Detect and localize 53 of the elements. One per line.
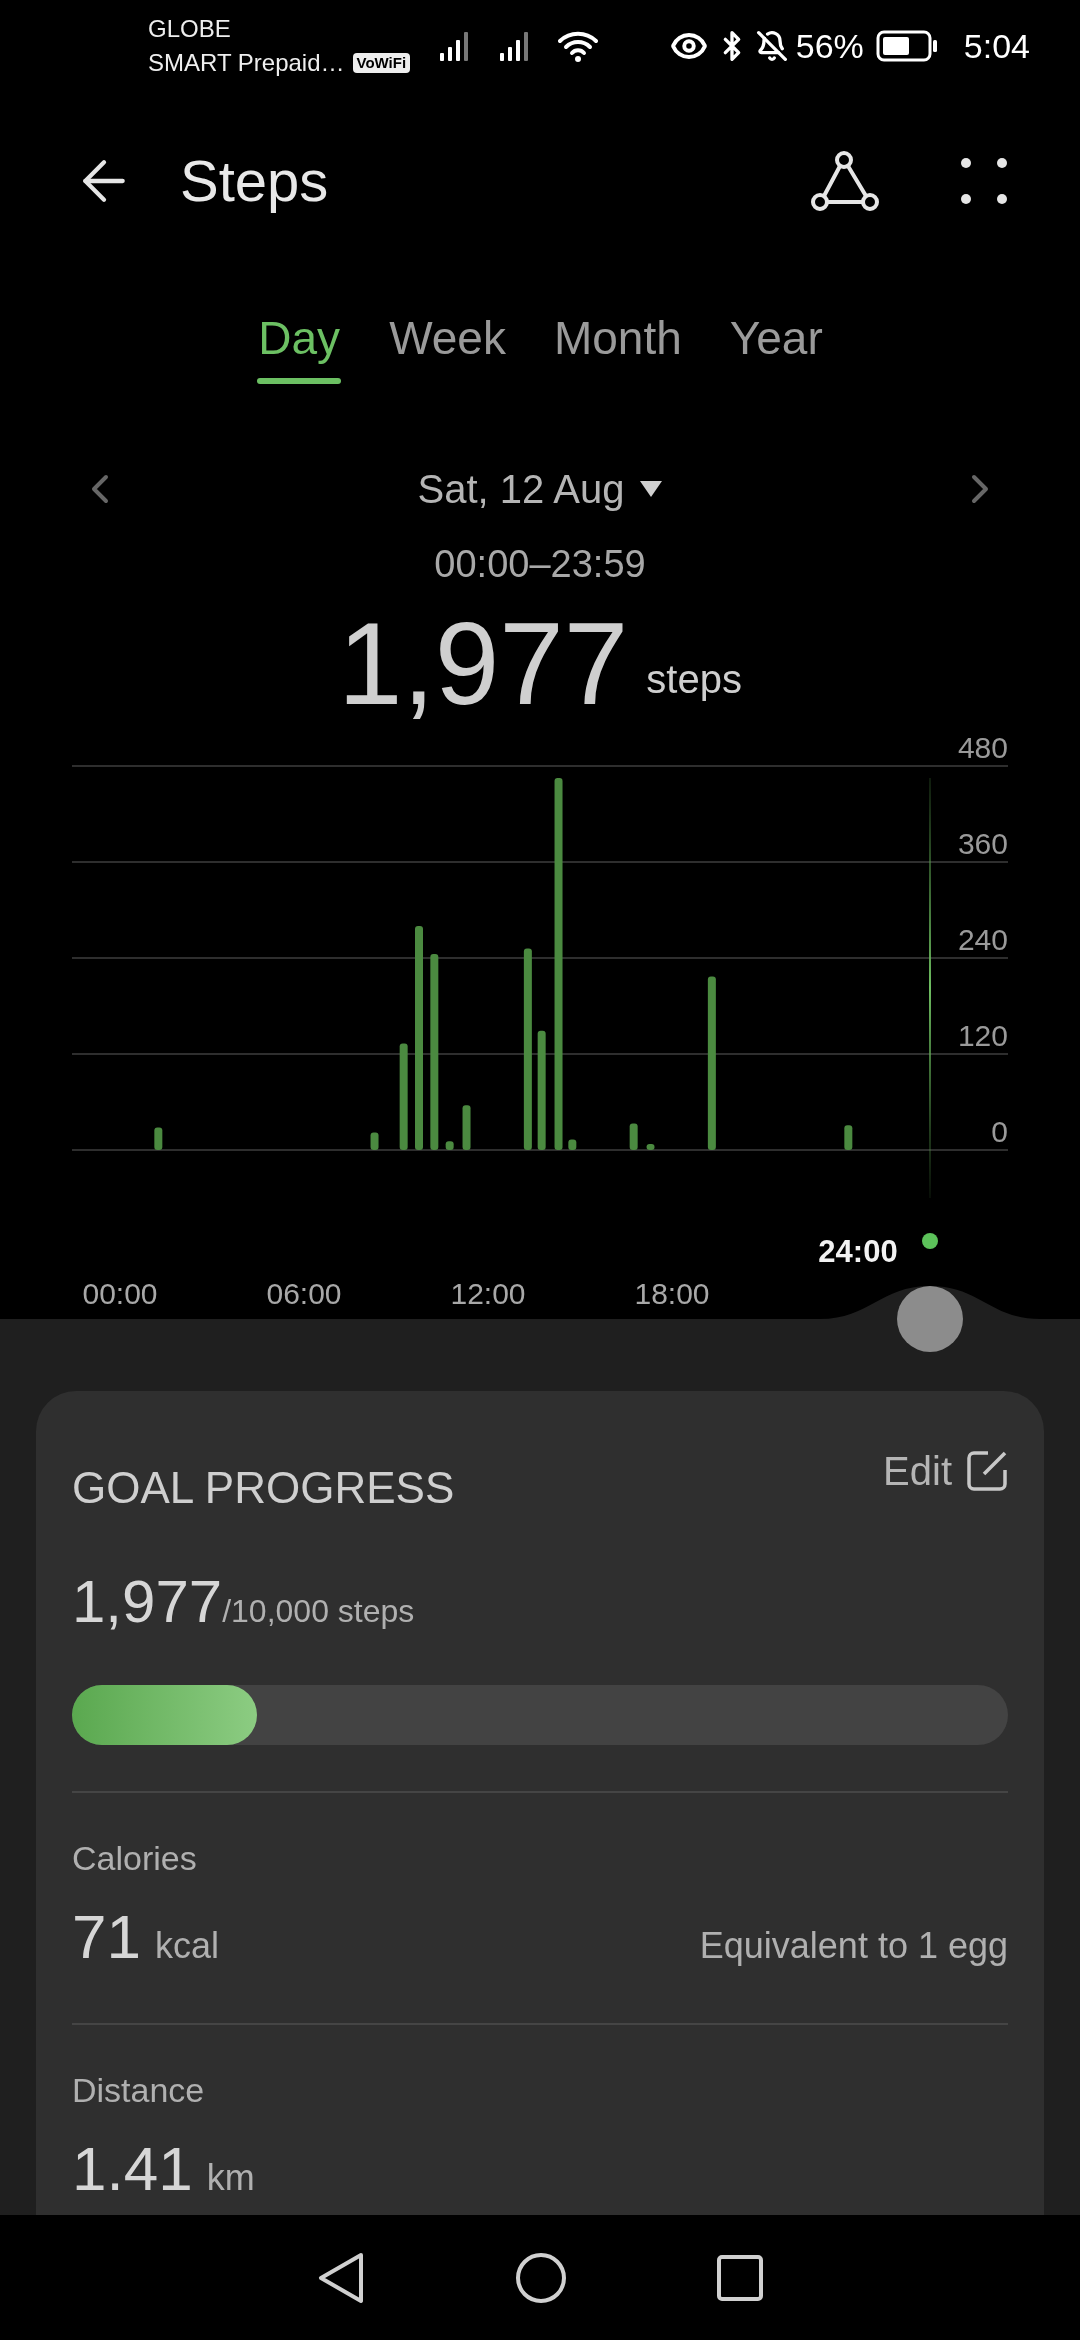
step-bar [370, 1132, 379, 1150]
period-tab[interactable]: Year [729, 308, 823, 385]
more-icon[interactable] [960, 156, 1008, 205]
goal-target-steps: /10,000 steps [222, 1587, 415, 1635]
x-tick-label: 00:00 [82, 1277, 158, 1310]
card-title: GOAL PROGRESS [72, 1462, 455, 1514]
stat-label: Calories [72, 1838, 198, 1879]
stat-unit: km [206, 2156, 255, 2200]
carrier-name: SMART Prepaid… [148, 48, 345, 79]
x-tick-label: 12:00 [450, 1277, 526, 1310]
clock-time: 5:04 [963, 25, 1030, 67]
period-tab[interactable]: Week [389, 308, 506, 385]
stat-value: 1.41 [72, 2133, 193, 2205]
battery-percent: 56% [795, 25, 864, 67]
step-total: 1,977 [338, 598, 629, 729]
period-tab[interactable]: Day [257, 308, 342, 385]
x-tick-label: 06:00 [266, 1277, 342, 1310]
bell-off-icon [755, 30, 788, 63]
date-picker[interactable]: Sat, 12 Aug [417, 458, 663, 519]
carrier-name: GLOBE [148, 14, 232, 45]
step-bar [462, 1105, 471, 1150]
step-bar [646, 1144, 655, 1150]
wifi-icon [558, 29, 599, 64]
dropdown-caret-icon [640, 480, 663, 497]
step-bar [445, 1141, 454, 1150]
share-icon[interactable] [810, 149, 880, 212]
back-nav-icon[interactable] [317, 2251, 365, 2304]
goal-current-steps: 1,977 [72, 1557, 223, 1647]
cursor-dot [922, 1233, 938, 1249]
time-range: 00:00–23:59 [434, 542, 646, 588]
y-tick-label: 120 [957, 1019, 1008, 1052]
vowifi-badge: VoWiFi [352, 53, 411, 74]
y-tick-label: 240 [957, 923, 1008, 956]
y-tick-label: 360 [957, 827, 1008, 860]
y-tick-label: 0 [991, 1115, 1008, 1148]
home-nav-icon[interactable] [515, 2251, 567, 2304]
stat-equivalent: Equivalent to 1 egg [699, 1924, 1008, 1968]
recents-nav-icon[interactable] [717, 2254, 763, 2301]
stat-unit: kcal [154, 1924, 219, 1968]
cursor-time-label: 24:00 [818, 1234, 898, 1269]
stat-value: 71 [72, 1901, 141, 1973]
page-title: Steps [180, 147, 329, 215]
edit-icon [966, 1450, 1008, 1492]
step-bar [844, 1125, 853, 1150]
edit-button[interactable]: Edit [883, 1441, 1008, 1501]
battery-icon [875, 30, 938, 63]
step-bar [154, 1127, 163, 1150]
stat-label: Distance [72, 2070, 206, 2111]
step-bar [568, 1139, 577, 1150]
x-tick-label: 18:00 [634, 1277, 710, 1310]
step-bar [629, 1123, 638, 1150]
period-tab[interactable]: Month [553, 308, 682, 385]
step-unit: steps [646, 655, 742, 703]
